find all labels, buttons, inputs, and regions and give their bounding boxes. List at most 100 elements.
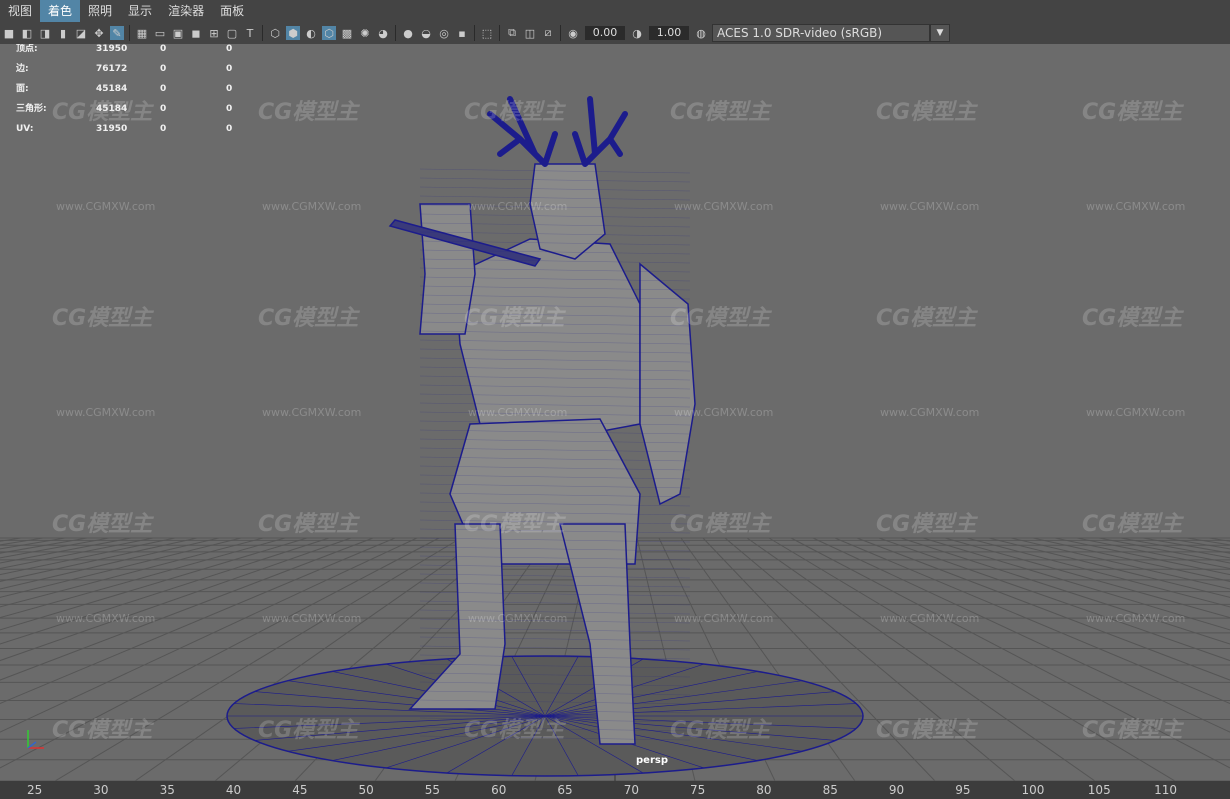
- menu-show[interactable]: 显示: [120, 0, 160, 22]
- bookmark-camera-icon[interactable]: ◨: [38, 26, 52, 40]
- exposure-field[interactable]: 0.00: [585, 26, 625, 40]
- isolate-select-icon[interactable]: ⬚: [480, 26, 494, 40]
- hud-label: UV:: [16, 124, 34, 134]
- resolution-gate-icon[interactable]: ▣: [171, 26, 185, 40]
- viewport-persp[interactable]: CG模型主 CG模型主 CG模型主 CG模型主 CG模型主 CG模型主 CG模型主 CG模型主…: [0, 44, 1230, 781]
- watermark-url: www.CGMXW.com: [262, 200, 362, 213]
- depth-of-field-icon[interactable]: ▪: [455, 26, 469, 40]
- watermark-url: www.CGMXW.com: [1086, 612, 1186, 625]
- watermark-url: www.CGMXW.com: [262, 406, 362, 419]
- gate-mask-icon[interactable]: ◼: [189, 26, 203, 40]
- watermark-logo: CG模型主: [464, 512, 565, 537]
- textured-icon[interactable]: ▩: [340, 26, 354, 40]
- scene-canvas: [0, 96, 1230, 781]
- xray-icon[interactable]: ⧉: [505, 26, 519, 40]
- chevron-down-icon[interactable]: ▼: [930, 24, 950, 42]
- watermark-logo: CG模型主: [876, 718, 977, 743]
- watermark-url: www.CGMXW.com: [468, 200, 568, 213]
- gamma-field[interactable]: 1.00: [649, 26, 689, 40]
- menu-lighting[interactable]: 照明: [80, 0, 120, 22]
- watermark-logo: CG模型主: [464, 718, 565, 743]
- watermark-logo: CG模型主: [258, 718, 359, 743]
- 2d-pan-icon[interactable]: ✥: [92, 26, 106, 40]
- menu-panels[interactable]: 面板: [212, 0, 252, 22]
- watermark-logo: CG模型主: [670, 100, 771, 125]
- hud-value-triangles: 0: [226, 44, 233, 54]
- bookmark-icon[interactable]: ▮: [56, 26, 70, 40]
- menu-bar: 视图 着色 照明 显示 渲染器 面板: [0, 0, 1230, 22]
- hud-value-triangles: 0: [226, 124, 233, 134]
- watermark-url: www.CGMXW.com: [674, 200, 774, 213]
- watermark-logo: CG模型主: [258, 100, 359, 125]
- field-chart-icon[interactable]: ⊞: [207, 26, 221, 40]
- menu-shading[interactable]: 着色: [40, 0, 81, 22]
- menu-view[interactable]: 视图: [0, 0, 40, 22]
- watermark-logo: CG模型主: [1082, 306, 1183, 331]
- camera-attributes-icon[interactable]: ◧: [20, 26, 34, 40]
- motion-blur-icon[interactable]: ◒: [419, 26, 433, 40]
- watermark-logo: CG模型主: [464, 100, 565, 125]
- grease-pencil-icon[interactable]: ✎: [110, 26, 124, 40]
- hud-value-triangles: 0: [226, 84, 233, 94]
- watermark-logo: CG模型主: [1082, 100, 1183, 125]
- watermark-logo: CG模型主: [670, 512, 771, 537]
- watermark-logo: CG模型主: [876, 100, 977, 125]
- watermark-logo: CG模型主: [670, 306, 771, 331]
- xray-active-components-icon[interactable]: ◫: [523, 26, 537, 40]
- image-plane-icon[interactable]: ◪: [74, 26, 88, 40]
- view-transform-dropdown[interactable]: ACES 1.0 SDR-video (sRGB): [712, 24, 930, 42]
- watermark-logo: CG模型主: [52, 306, 153, 331]
- watermark-logo: CG模型主: [876, 512, 977, 537]
- use-all-lights-icon[interactable]: ✺: [358, 26, 372, 40]
- watermark-url: www.CGMXW.com: [56, 200, 156, 213]
- watermark-url: www.CGMXW.com: [1086, 200, 1186, 213]
- ruler-tick-label: 75: [690, 783, 706, 797]
- ruler-tick-label: 55: [424, 783, 441, 797]
- default-material-icon[interactable]: ◐: [304, 26, 318, 40]
- time-ruler[interactable]: 25 30 35 40 45 50 55 60 65 70 75 80 85 90 95 100 105 110: [0, 781, 1230, 799]
- hud-row-uvs: UV: 31950 0 0: [16, 124, 232, 144]
- hud-value-selected: 0: [160, 124, 167, 134]
- gamma-icon[interactable]: ◑: [630, 26, 644, 40]
- ruler-tick-label: 95: [955, 783, 971, 797]
- menu-renderer[interactable]: 渲染器: [160, 0, 212, 22]
- color-management-icon[interactable]: ◍: [694, 26, 708, 40]
- smooth-shade-icon[interactable]: ⬢: [286, 26, 300, 40]
- xray-joints-icon[interactable]: ⧄: [541, 26, 555, 40]
- separator: [262, 25, 263, 41]
- camera-icon[interactable]: ■: [2, 26, 16, 40]
- film-gate-icon[interactable]: ▭: [153, 26, 167, 40]
- exposure-icon[interactable]: ◉: [566, 26, 580, 40]
- watermark-url: www.CGMXW.com: [880, 200, 980, 213]
- watermark-logo: CG模型主: [876, 306, 977, 331]
- ruler-tick-label: 90: [888, 783, 905, 797]
- grid-icon[interactable]: ▦: [135, 26, 149, 40]
- wireframe-icon[interactable]: ⬡: [268, 26, 282, 40]
- hud-row-vertices: 顶点: 31950 0 0: [16, 44, 232, 64]
- separator: [129, 25, 130, 41]
- shadows-icon[interactable]: ◕: [376, 26, 390, 40]
- ruler-tick-label: 85: [822, 783, 838, 797]
- wireframe-on-shaded-icon[interactable]: ⬡: [322, 26, 336, 40]
- watermark-url: www.CGMXW.com: [1086, 406, 1186, 419]
- watermark-url: www.CGMXW.com: [262, 612, 362, 625]
- anti-aliasing-icon[interactable]: ◎: [437, 26, 451, 40]
- camera-name-label: persp: [636, 755, 668, 766]
- watermark-url: www.CGMXW.com: [880, 406, 980, 419]
- hud-value-selected: 0: [160, 64, 167, 74]
- hud-value: 76172: [96, 64, 128, 74]
- separator: [395, 25, 396, 41]
- ruler-tick-label: 100: [1021, 783, 1045, 797]
- hud-value: 45184: [96, 104, 128, 114]
- safe-title-icon[interactable]: T: [243, 26, 257, 40]
- hud-value-selected: 0: [160, 44, 167, 54]
- hud-value-triangles: 0: [226, 104, 233, 114]
- hud-label: 三角形:: [16, 104, 47, 114]
- safe-action-icon[interactable]: ▢: [225, 26, 239, 40]
- watermark-url: www.CGMXW.com: [468, 406, 568, 419]
- watermark-url: www.CGMXW.com: [468, 612, 568, 625]
- ruler-tick-label: 45: [292, 783, 308, 797]
- screen-space-ao-icon[interactable]: ●: [401, 26, 415, 40]
- hud-label: 面:: [16, 84, 29, 94]
- ruler-tick-label: 105: [1087, 783, 1111, 797]
